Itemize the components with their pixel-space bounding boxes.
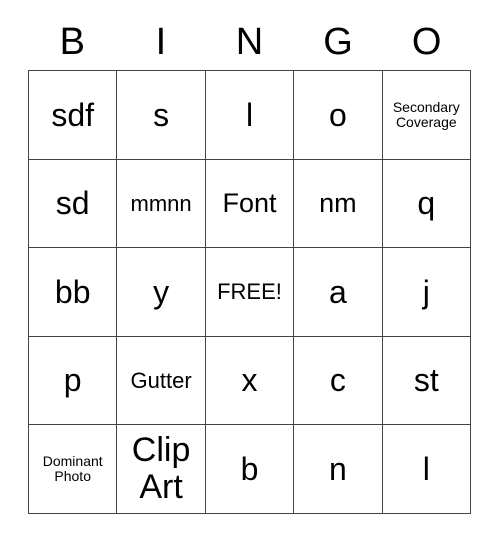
bingo-cell-label: s — [153, 96, 170, 133]
header-letter-text: B — [59, 21, 85, 63]
bingo-cell[interactable]: Gutter — [117, 336, 206, 426]
bingo-cell[interactable]: n — [294, 425, 383, 514]
bingo-cell-label: q — [417, 185, 436, 222]
bingo-cell-label: b — [240, 450, 259, 487]
bingo-cell[interactable]: sd — [29, 159, 118, 249]
header-letter-text: N — [235, 21, 264, 63]
bingo-cell[interactable]: bb — [29, 248, 118, 337]
bingo-cell[interactable]: Dominant Photo — [29, 425, 118, 514]
bingo-cell[interactable]: st — [382, 336, 471, 426]
bingo-cell[interactable]: a — [294, 248, 383, 337]
bingo-cell[interactable]: l — [382, 425, 471, 514]
bingo-cell-label: Clip Art — [131, 431, 191, 507]
bingo-cell[interactable]: c — [294, 336, 383, 426]
bingo-header-letter-i: I — [117, 14, 206, 70]
bingo-header-letter-o: O — [382, 14, 471, 70]
bingo-cell[interactable]: nm — [294, 159, 383, 249]
header-letter-text: G — [323, 21, 353, 63]
bingo-cell[interactable]: Font — [205, 159, 295, 249]
bingo-cell-label: nm — [319, 187, 357, 218]
bingo-cell-label: l — [245, 96, 254, 133]
bingo-cell-label: st — [413, 362, 439, 399]
bingo-cell-label: Font — [222, 187, 277, 218]
bingo-header-row: B I N G O — [28, 14, 471, 70]
bingo-cell-label: sd — [55, 185, 90, 222]
bingo-cell-label: p — [63, 362, 82, 399]
bingo-header-letter-b: B — [28, 14, 117, 70]
bingo-cell-label: sdf — [51, 96, 95, 133]
bingo-cell-label: n — [328, 450, 347, 487]
header-letter-text: I — [155, 21, 167, 63]
bingo-cell[interactable]: j — [382, 248, 471, 337]
bingo-cell-label: a — [328, 273, 347, 310]
bingo-cell-label: FREE! — [217, 279, 282, 305]
bingo-header-letter-g: G — [294, 14, 383, 70]
bingo-cell[interactable]: y — [117, 248, 206, 337]
bingo-cell-label: j — [422, 273, 430, 310]
bingo-cell-label: mmnn — [130, 190, 192, 216]
bingo-cell[interactable]: q — [382, 159, 471, 249]
bingo-cell-label: Dominant Photo — [42, 453, 103, 485]
bingo-grid: sdf s l o Secondary Coverage sd mmnn Font nm q bb y… — [28, 70, 471, 514]
bingo-cell[interactable]: Clip Art — [117, 425, 206, 514]
bingo-cell-label: y — [153, 273, 170, 310]
bingo-cell[interactable]: o — [294, 71, 383, 160]
header-letter-text: O — [411, 21, 442, 63]
bingo-cell[interactable]: sdf — [29, 71, 118, 160]
bingo-cell[interactable]: p — [29, 336, 118, 426]
bingo-header-letter-n: N — [205, 14, 294, 70]
bingo-cell-label: o — [328, 96, 347, 133]
bingo-cell-label: Gutter — [130, 367, 192, 393]
bingo-free-space-cell[interactable]: FREE! — [205, 248, 295, 337]
bingo-cell-label: Secondary Coverage — [392, 98, 460, 130]
bingo-card: B I N G O sdf s l o Secondary Coverage sd mmnn… — [0, 0, 500, 544]
bingo-cell[interactable]: s — [117, 71, 206, 160]
bingo-cell[interactable]: Secondary Coverage — [382, 71, 471, 160]
bingo-cell-label: x — [241, 362, 258, 399]
bingo-cell-label: bb — [54, 273, 91, 310]
bingo-cell[interactable]: b — [205, 425, 295, 514]
bingo-cell[interactable]: mmnn — [117, 159, 206, 249]
bingo-cell[interactable]: l — [205, 71, 295, 160]
bingo-cell-label: l — [422, 450, 430, 487]
bingo-cell[interactable]: x — [205, 336, 295, 426]
bingo-cell-label: c — [329, 362, 346, 399]
